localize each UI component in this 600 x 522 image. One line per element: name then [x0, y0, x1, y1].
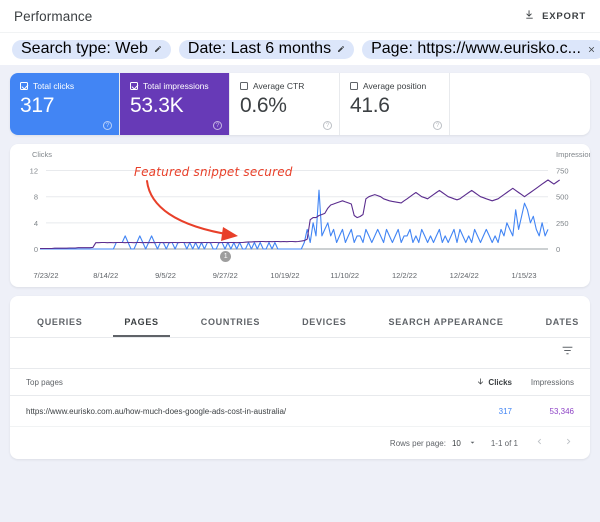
- filter-chip-page[interactable]: Page: https://www.eurisko.c...: [362, 40, 600, 59]
- rows-per-page-label: Rows per page:: [390, 439, 446, 448]
- pencil-icon: [154, 45, 162, 53]
- table-cell-clicks: 317: [426, 407, 512, 416]
- x-axis-label: 1/15/23: [511, 271, 536, 280]
- x-axis-label: 10/19/22: [270, 271, 299, 280]
- tab-devices[interactable]: DEVICES: [291, 317, 357, 337]
- chart-canvas: 0 4 8 12 0 250 500 750 Clicks Impressions: [10, 144, 590, 287]
- chevron-right-icon[interactable]: [561, 436, 576, 450]
- table-filter-bar: [10, 338, 590, 368]
- download-icon: [524, 7, 535, 25]
- dimension-tabs: QUERIES PAGES COUNTRIES DEVICES SEARCH APPEA…: [10, 296, 590, 338]
- help-circle-icon[interactable]: ?: [433, 121, 442, 130]
- x-axis-label: 9/5/22: [155, 271, 176, 280]
- checkbox-icon[interactable]: [130, 82, 138, 90]
- filter-chip-date-label: Date: Last 6 months: [188, 40, 331, 58]
- tab-search-appearance[interactable]: SEARCH APPEARANCE: [378, 317, 515, 337]
- filter-chip-page-label: Page: https://www.eurisko.c...: [371, 40, 581, 58]
- pencil-icon: [337, 45, 345, 53]
- tab-queries[interactable]: QUERIES: [26, 317, 93, 337]
- checkbox-icon[interactable]: [20, 82, 28, 90]
- table-header-row: Top pages Clicks Impressions: [10, 368, 590, 396]
- column-header-impressions[interactable]: Impressions: [512, 378, 574, 387]
- performance-chart: 0 4 8 12 0 250 500 750 Clicks Impressions Feature…: [10, 144, 590, 287]
- x-axis-label: 12/24/22: [450, 271, 479, 280]
- x-axis-label: 9/27/22: [213, 271, 238, 280]
- column-header-top-pages[interactable]: Top pages: [26, 378, 426, 387]
- metric-head: Average CTR: [240, 81, 329, 91]
- chart-svg: 0 4 8 12 0 250 500 750 Clicks Impressions: [10, 144, 590, 287]
- column-header-clicks-label: Clicks: [488, 378, 512, 387]
- svg-text:750: 750: [556, 166, 569, 175]
- checkbox-icon[interactable]: [350, 82, 358, 90]
- rows-per-page: Rows per page: 10: [390, 438, 477, 449]
- page-title: Performance: [14, 9, 92, 24]
- arrow-down-icon: [476, 377, 485, 388]
- column-header-clicks[interactable]: Clicks: [426, 377, 512, 388]
- svg-text:0: 0: [556, 245, 560, 254]
- close-icon[interactable]: [587, 45, 596, 54]
- metric-label: Average CTR: [253, 81, 304, 91]
- x-axis-label: 7/23/22: [33, 271, 58, 280]
- svg-text:250: 250: [556, 219, 569, 228]
- export-button[interactable]: EXPORT: [524, 7, 586, 25]
- metric-label: Total clicks: [33, 81, 74, 91]
- metric-value: 0.6%: [240, 94, 329, 118]
- filter-bar: Search type: Web Date: Last 6 months Pag…: [0, 32, 600, 65]
- pagination-range: 1-1 of 1: [491, 439, 518, 448]
- x-axis-label: 8/14/22: [93, 271, 118, 280]
- app-header: Performance EXPORT: [0, 0, 600, 32]
- rows-per-page-select[interactable]: 10: [452, 438, 477, 449]
- tab-countries[interactable]: COUNTRIES: [190, 317, 271, 337]
- svg-text:0: 0: [34, 245, 38, 254]
- metric-value: 317: [20, 94, 109, 118]
- metric-value: 53.3K: [130, 94, 219, 118]
- table-cell-impressions: 53,346: [512, 407, 574, 416]
- filter-chip-search-type[interactable]: Search type: Web: [12, 40, 171, 59]
- table-cell-page-url[interactable]: https://www.eurisko.com.au/how-much-does…: [26, 407, 426, 416]
- svg-text:500: 500: [556, 193, 569, 202]
- tab-pages[interactable]: PAGES: [113, 317, 169, 337]
- filter-chip-date[interactable]: Date: Last 6 months: [179, 40, 354, 59]
- chart-x-axis-labels: 7/23/22 8/14/22 9/5/22 9/27/22 10/19/22 11/10…: [10, 271, 590, 281]
- metric-value: 41.6: [350, 94, 439, 118]
- metric-card-total-clicks[interactable]: Total clicks 317 ?: [10, 73, 120, 135]
- metric-card-average-position[interactable]: Average position 41.6 ?: [340, 73, 450, 135]
- metric-cards-filler: [450, 73, 590, 135]
- svg-text:Impressions: Impressions: [556, 150, 590, 159]
- help-circle-icon[interactable]: ?: [213, 121, 222, 130]
- svg-text:4: 4: [34, 219, 38, 228]
- tab-dates[interactable]: DATES: [535, 317, 590, 337]
- metric-label: Average position: [363, 81, 426, 91]
- x-axis-label: 11/10/22: [330, 271, 359, 280]
- svg-text:8: 8: [34, 193, 38, 202]
- metric-cards: Total clicks 317 ? Total impressions 53.…: [10, 73, 590, 135]
- svg-text:Clicks: Clicks: [32, 150, 52, 159]
- chart-annotation-text: Featured snippet secured: [134, 165, 293, 179]
- table-pagination: Rows per page: 10 1-1 of 1: [10, 427, 590, 459]
- metric-head: Total clicks: [20, 81, 109, 91]
- chevron-down-icon: [468, 438, 477, 449]
- dimension-table: QUERIES PAGES COUNTRIES DEVICES SEARCH APPEA…: [10, 296, 590, 459]
- chevron-left-icon[interactable]: [532, 436, 547, 450]
- rows-per-page-value: 10: [452, 439, 461, 448]
- metric-head: Total impressions: [130, 81, 219, 91]
- main-content: Total clicks 317 ? Total impressions 53.…: [0, 65, 600, 459]
- help-circle-icon[interactable]: ?: [323, 121, 332, 130]
- metric-card-average-ctr[interactable]: Average CTR 0.6% ?: [230, 73, 340, 135]
- filter-chip-search-type-label: Search type: Web: [21, 40, 148, 58]
- metric-head: Average position: [350, 81, 439, 91]
- checkbox-icon[interactable]: [240, 82, 248, 90]
- table-row[interactable]: https://www.eurisko.com.au/how-much-does…: [10, 396, 590, 427]
- x-axis-label: 12/2/22: [392, 271, 417, 280]
- svg-text:12: 12: [30, 167, 38, 176]
- metric-label: Total impressions: [143, 81, 209, 91]
- filter-funnel-icon[interactable]: [561, 344, 574, 362]
- export-label: EXPORT: [542, 11, 586, 22]
- metric-card-total-impressions[interactable]: Total impressions 53.3K ?: [120, 73, 230, 135]
- help-circle-icon[interactable]: ?: [103, 121, 112, 130]
